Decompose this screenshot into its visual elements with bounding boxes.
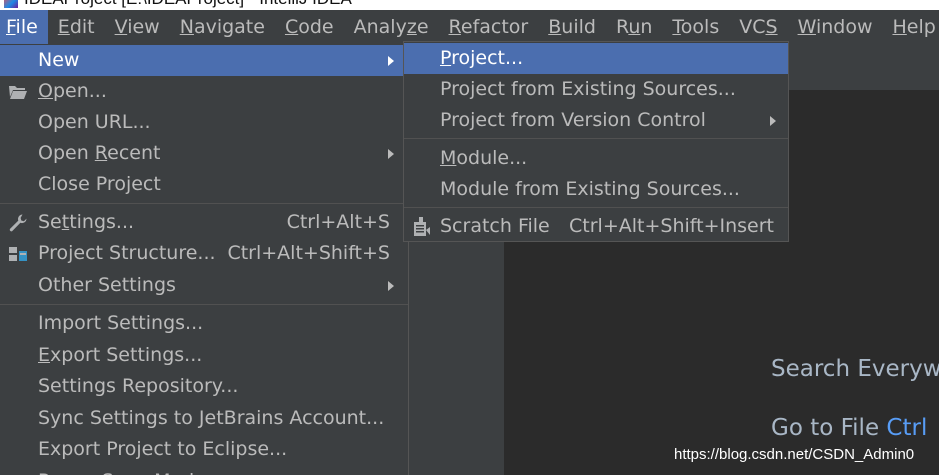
submenu-arrow-icon: [388, 281, 394, 291]
menu-build[interactable]: Build: [538, 10, 606, 44]
menu-item-sync-settings-label: Sync Settings to JetBrains Account...: [38, 407, 385, 429]
menu-item-settings[interactable]: Settings... Ctrl+Alt+S: [0, 207, 408, 238]
menu-item-project-structure[interactable]: Project Structure... Ctrl+Alt+Shift+S: [0, 238, 408, 269]
intellij-app-icon: [4, 0, 18, 8]
menu-separator: [0, 304, 408, 305]
wrench-icon: [9, 214, 27, 232]
menu-item-export-eclipse[interactable]: Export Project to Eclipse...: [0, 434, 408, 465]
menu-item-settings-shortcut: Ctrl+Alt+S: [286, 211, 390, 233]
menu-item-close-project-label: Close Project: [38, 173, 161, 195]
menu-file[interactable]: File: [0, 10, 48, 44]
menu-item-settings-repository-label: Settings Repository...: [38, 375, 239, 397]
menu-item-export-settings[interactable]: Export Settings...: [0, 340, 408, 371]
menu-item-close-project[interactable]: Close Project: [0, 169, 408, 200]
search-everywhere-hint: Search Everywh: [771, 356, 939, 382]
watermark: https://blog.csdn.net/CSDN_Admin0: [674, 446, 915, 463]
submenu-item-project-vcs-label: Project from Version Control: [440, 109, 706, 131]
window-title: IDEAProject [E:\IDEAProject] - IntelliJ …: [24, 0, 352, 9]
menu-bar: File Edit View Navigate Code Analyze Ref…: [0, 10, 939, 44]
menu-analyze[interactable]: Analyze: [344, 10, 439, 44]
menu-item-other-settings-label: Other Settings: [38, 274, 176, 296]
menu-item-open-url-label: Open URL...: [38, 111, 151, 133]
submenu-separator: [404, 207, 788, 208]
menu-item-export-eclipse-label: Export Project to Eclipse...: [38, 438, 288, 460]
submenu-item-project-label: Project...: [440, 47, 524, 69]
menu-navigate[interactable]: Navigate: [170, 10, 275, 44]
menu-window[interactable]: Window: [788, 10, 883, 44]
submenu-arrow-icon: [388, 149, 394, 159]
submenu-item-module[interactable]: Module...: [404, 143, 788, 174]
menu-view[interactable]: View: [105, 10, 170, 44]
menu-item-power-save[interactable]: Power Save Mode: [0, 466, 408, 475]
menu-item-open-url[interactable]: Open URL...: [0, 107, 408, 138]
submenu-item-module-existing-label: Module from Existing Sources...: [440, 178, 740, 200]
submenu-item-scratch-file-label: Scratch File: [440, 215, 550, 237]
submenu-item-project-vcs[interactable]: Project from Version Control: [404, 105, 788, 136]
menu-run[interactable]: Run: [606, 10, 662, 44]
scratch-file-icon: [414, 217, 430, 236]
menu-item-import-settings[interactable]: Import Settings...: [0, 308, 408, 339]
menu-item-open-recent-label: Open Recent: [38, 142, 161, 164]
menu-item-import-settings-label: Import Settings...: [38, 312, 204, 334]
menu-help[interactable]: Help: [882, 10, 939, 44]
menu-item-open-recent[interactable]: Open Recent: [0, 138, 408, 169]
menu-item-settings-repository[interactable]: Settings Repository...: [0, 371, 408, 402]
menu-item-other-settings[interactable]: Other Settings: [0, 270, 408, 301]
file-menu: New Open... Open URL... Open Recent Clos…: [0, 44, 409, 475]
submenu-item-module-label: Module...: [440, 147, 528, 169]
menu-item-project-structure-shortcut: Ctrl+Alt+Shift+S: [227, 242, 390, 264]
menu-item-settings-label: Settings...: [38, 211, 135, 233]
menu-edit[interactable]: Edit: [48, 10, 105, 44]
submenu-item-scratch-file-shortcut: Ctrl+Alt+Shift+Insert: [569, 215, 774, 237]
menu-item-export-settings-label: Export Settings...: [38, 344, 203, 366]
menu-item-project-structure-label: Project Structure...: [38, 242, 216, 264]
menu-tools[interactable]: Tools: [662, 10, 729, 44]
project-structure-icon: [9, 247, 27, 261]
menu-vcs[interactable]: VCS: [729, 10, 787, 44]
menu-item-new-label: New: [38, 49, 80, 71]
menu-item-sync-settings[interactable]: Sync Settings to JetBrains Account...: [0, 403, 408, 434]
submenu-item-scratch-file[interactable]: Scratch File Ctrl+Alt+Shift+Insert: [404, 211, 788, 241]
menu-code[interactable]: Code: [275, 10, 344, 44]
menu-refactor[interactable]: Refactor: [439, 10, 539, 44]
menu-item-open-label: Open...: [38, 80, 107, 102]
submenu-item-project[interactable]: Project...: [404, 43, 788, 74]
menu-separator: [0, 203, 408, 204]
submenu-item-project-existing-label: Project from Existing Sources...: [440, 78, 736, 100]
menu-item-power-save-label: Power Save Mode: [38, 466, 206, 475]
search-everywhere-text: Search Everywh: [771, 356, 939, 382]
menu-item-new[interactable]: New: [0, 45, 408, 76]
go-to-file-text: Go to File: [771, 415, 880, 441]
submenu-item-module-existing[interactable]: Module from Existing Sources...: [404, 174, 788, 205]
menu-item-open[interactable]: Open...: [0, 76, 408, 107]
new-submenu: Project... Project from Existing Sources…: [403, 41, 789, 242]
submenu-separator: [404, 138, 788, 139]
submenu-arrow-icon: [388, 56, 394, 66]
title-bar: IDEAProject [E:\IDEAProject] - IntelliJ …: [0, 0, 939, 10]
folder-open-icon: [9, 86, 27, 99]
submenu-arrow-icon: [770, 116, 776, 126]
submenu-item-project-existing[interactable]: Project from Existing Sources...: [404, 74, 788, 105]
go-to-file-shortcut: Ctrl: [886, 415, 928, 441]
go-to-file-hint: Go to File Ctrl: [771, 415, 927, 441]
